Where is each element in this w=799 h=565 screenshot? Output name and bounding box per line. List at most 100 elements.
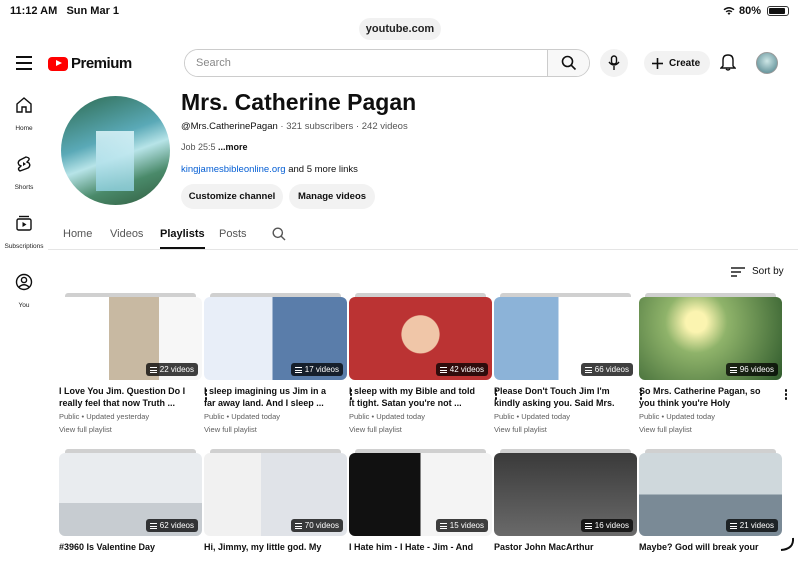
url-pill[interactable]: youtube.com: [359, 18, 441, 40]
sort-label: Sort by: [752, 266, 784, 277]
channel-links: kingjamesbibleonline.org and 5 more link…: [181, 164, 358, 175]
account-avatar[interactable]: [756, 52, 778, 74]
badge-text: 70 videos: [304, 521, 339, 530]
battery-percent: 80%: [738, 5, 761, 17]
sidebar-label-you: You: [18, 302, 30, 309]
tab-playlists[interactable]: Playlists: [160, 228, 205, 249]
more-options-icon[interactable]: [784, 389, 788, 401]
customize-channel-button[interactable]: Customize channel: [181, 184, 283, 209]
playlist-card[interactable]: 15 videos I Hate him - I Hate - Jim - An…: [349, 449, 492, 565]
playlist-thumbnail[interactable]: 15 videos: [349, 453, 492, 536]
playlist-thumbnail[interactable]: 22 videos: [59, 297, 202, 380]
video-count-badge: 70 videos: [290, 519, 343, 532]
manage-videos-button[interactable]: Manage videos: [289, 184, 375, 209]
loading-spinner-icon: [780, 537, 795, 551]
playlist-title[interactable]: Hi, Jimmy, my little god. My: [204, 541, 332, 565]
search-button[interactable]: [547, 50, 589, 76]
channel-meta: @Mrs.CatherinePagan · 321 subscribers · …: [181, 121, 408, 132]
clock-text: 11:12 AM: [10, 5, 58, 17]
channel-tabs: Home Videos Playlists Posts: [48, 226, 798, 250]
menu-icon[interactable]: [16, 56, 32, 70]
playlist-thumbnail[interactable]: 96 videos: [639, 297, 782, 380]
playlist-card[interactable]: 22 videos I Love You Jim. Question Do I …: [59, 293, 208, 434]
more-links-button[interactable]: and 5 more links: [288, 164, 358, 175]
badge-text: 22 videos: [159, 365, 194, 374]
sidebar-item-subscriptions[interactable]: Subscriptions: [0, 214, 48, 253]
subscriptions-icon: [16, 215, 32, 231]
youtube-premium-logo[interactable]: Premium: [48, 55, 132, 72]
sort-by-button[interactable]: Sort by: [731, 266, 784, 277]
masthead: Premium Create: [0, 46, 799, 82]
playlist-card[interactable]: 70 videos Hi, Jimmy, my little god. My: [204, 449, 347, 565]
date-text: Sun Mar 1: [66, 5, 120, 17]
playlist-thumbnail[interactable]: 21 videos: [639, 453, 782, 536]
create-button[interactable]: Create: [644, 51, 710, 75]
playlist-thumbnail[interactable]: 66 videos: [494, 297, 637, 380]
badge-text: 42 videos: [449, 365, 484, 374]
sort-icon: [731, 266, 745, 277]
view-full-playlist-link[interactable]: View full playlist: [349, 425, 492, 434]
playlist-card[interactable]: 21 videos Maybe? God will break your: [639, 449, 782, 565]
view-full-playlist-link[interactable]: View full playlist: [639, 425, 782, 434]
video-count-badge: 21 videos: [725, 519, 778, 532]
playlist-title[interactable]: I sleep with my Bible and told it tight.…: [349, 385, 477, 409]
view-full-playlist-link[interactable]: View full playlist: [204, 425, 347, 434]
playlist-title[interactable]: Maybe? God will break your: [639, 541, 767, 565]
playlist-title[interactable]: So Mrs. Catherine Pagan, so you think yo…: [639, 385, 767, 409]
playlist-card[interactable]: 16 videos Pastor John MacArthur: [494, 449, 637, 565]
description-more-link[interactable]: ...more: [218, 142, 248, 152]
status-time: 11:12 AM Sun Mar 1: [10, 5, 119, 17]
status-right: 80%: [723, 5, 789, 17]
channel-website-link[interactable]: kingjamesbibleonline.org: [181, 164, 286, 175]
video-count-badge: 15 videos: [435, 519, 488, 532]
badge-text: 21 videos: [739, 521, 774, 530]
badge-text: 17 videos: [304, 365, 339, 374]
channel-description[interactable]: Job 25:5 ...more: [181, 142, 248, 152]
playlist-icon: [149, 366, 157, 373]
badge-text: 62 videos: [159, 521, 194, 530]
search-input[interactable]: [185, 50, 547, 76]
search-icon: [561, 55, 577, 71]
playlist-title[interactable]: I sleep imagining us Jim in a far away l…: [204, 385, 332, 409]
playlist-thumbnail[interactable]: 16 videos: [494, 453, 637, 536]
tab-posts[interactable]: Posts: [219, 228, 247, 240]
sidebar-item-you[interactable]: You: [0, 273, 48, 312]
you-icon: [15, 273, 33, 291]
view-full-playlist-link[interactable]: View full playlist: [59, 425, 202, 434]
badge-text: 66 videos: [594, 365, 629, 374]
battery-icon: [767, 6, 789, 16]
playlist-card[interactable]: 42 videos I sleep with my Bible and told…: [349, 293, 498, 434]
playlist-title[interactable]: I Hate him - I Hate - Jim - And: [349, 541, 477, 565]
playlist-thumbnail[interactable]: 42 videos: [349, 297, 492, 380]
tab-home[interactable]: Home: [63, 228, 92, 240]
playlist-meta: Public • Updated today: [349, 412, 426, 421]
badge-text: 96 videos: [739, 365, 774, 374]
sidebar-item-shorts[interactable]: Shorts: [0, 155, 48, 194]
playlist-title[interactable]: #3960 Is Valentine Day: [59, 541, 187, 565]
playlist-meta: Public • Updated today: [639, 412, 716, 421]
playlist-card[interactable]: 66 videos Please Don't Touch Jim I'm kin…: [494, 293, 643, 434]
playlist-meta: Public • Updated today: [494, 412, 571, 421]
playlist-card[interactable]: 62 videos #3960 Is Valentine Day: [59, 449, 202, 565]
sidebar-item-home[interactable]: Home: [0, 96, 48, 135]
home-icon: [16, 97, 32, 113]
playlist-thumbnail[interactable]: 62 videos: [59, 453, 202, 536]
playlist-thumbnail[interactable]: 70 videos: [204, 453, 347, 536]
sidebar-label-shorts: Shorts: [14, 184, 34, 191]
video-count-badge: 16 videos: [580, 519, 633, 532]
playlist-title[interactable]: Please Don't Touch Jim I'm kindly asking…: [494, 385, 622, 409]
notifications-button[interactable]: [719, 53, 738, 73]
playlist-title[interactable]: Pastor John MacArthur: [494, 541, 622, 565]
playlist-title[interactable]: I Love You Jim. Question Do I really fee…: [59, 385, 187, 409]
voice-search-button[interactable]: [600, 49, 628, 77]
video-count: 242 videos: [361, 121, 408, 132]
playlist-card[interactable]: 96 videos So Mrs. Catherine Pagan, so yo…: [639, 293, 788, 434]
channel-search-icon[interactable]: [272, 227, 286, 241]
playlist-card[interactable]: 17 videos I sleep imagining us Jim in a …: [204, 293, 353, 434]
badge-text: 16 videos: [594, 521, 629, 530]
tab-videos[interactable]: Videos: [110, 228, 143, 240]
view-full-playlist-link[interactable]: View full playlist: [494, 425, 637, 434]
playlist-icon: [584, 522, 592, 529]
create-label: Create: [669, 57, 701, 69]
playlist-thumbnail[interactable]: 17 videos: [204, 297, 347, 380]
